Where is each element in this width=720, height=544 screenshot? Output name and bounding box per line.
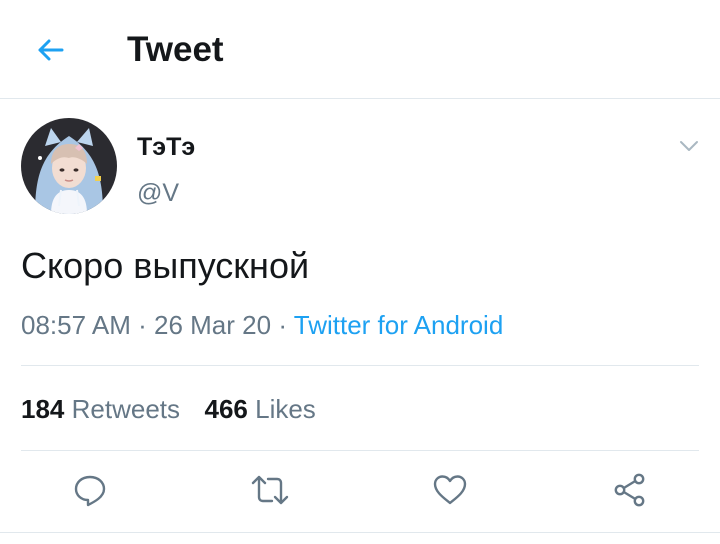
likes-stat[interactable]: 466 Likes — [204, 394, 315, 424]
meta-separator: · — [138, 310, 147, 340]
reply-icon — [74, 475, 106, 507]
page-title: Tweet — [127, 30, 224, 69]
tweet-time: 08:57 AM — [21, 310, 131, 340]
tweet-action-bar — [0, 452, 720, 530]
meta-separator: · — [278, 310, 287, 340]
divider — [0, 532, 720, 533]
retweets-stat[interactable]: 184 Retweets — [21, 394, 187, 424]
retweet-button[interactable] — [250, 470, 290, 510]
likes-count: 466 — [204, 394, 248, 424]
tweet-text: Скоро выпускной — [21, 245, 310, 286]
retweets-count: 184 — [21, 394, 65, 424]
like-icon — [433, 475, 467, 505]
tweet-menu-button[interactable] — [676, 133, 702, 159]
divider — [21, 365, 699, 366]
author-display-name[interactable]: ТэТэ — [137, 132, 195, 162]
tweet-meta: 08:57 AM · 26 Mar 20 · Twitter for Andro… — [21, 308, 503, 342]
back-button[interactable] — [30, 30, 70, 70]
top-app-bar: Tweet — [0, 0, 720, 99]
share-button[interactable] — [610, 470, 650, 510]
retweets-label: Retweets — [71, 394, 181, 424]
tweet-source-link[interactable]: Twitter for Android — [294, 310, 504, 340]
like-button[interactable] — [430, 470, 470, 510]
share-icon — [614, 473, 645, 507]
divider — [21, 450, 699, 451]
likes-label: Likes — [255, 394, 316, 424]
arrow-left-icon — [38, 39, 64, 61]
tweet-stats: 184 Retweets 466 Likes — [21, 392, 316, 426]
reply-button[interactable] — [70, 470, 110, 510]
author-handle[interactable]: @V — [137, 178, 179, 208]
chevron-down-icon — [680, 141, 698, 151]
retweet-icon — [251, 475, 289, 505]
tweet-date: 26 Mar 20 — [154, 310, 272, 340]
avatar[interactable] — [21, 118, 117, 214]
